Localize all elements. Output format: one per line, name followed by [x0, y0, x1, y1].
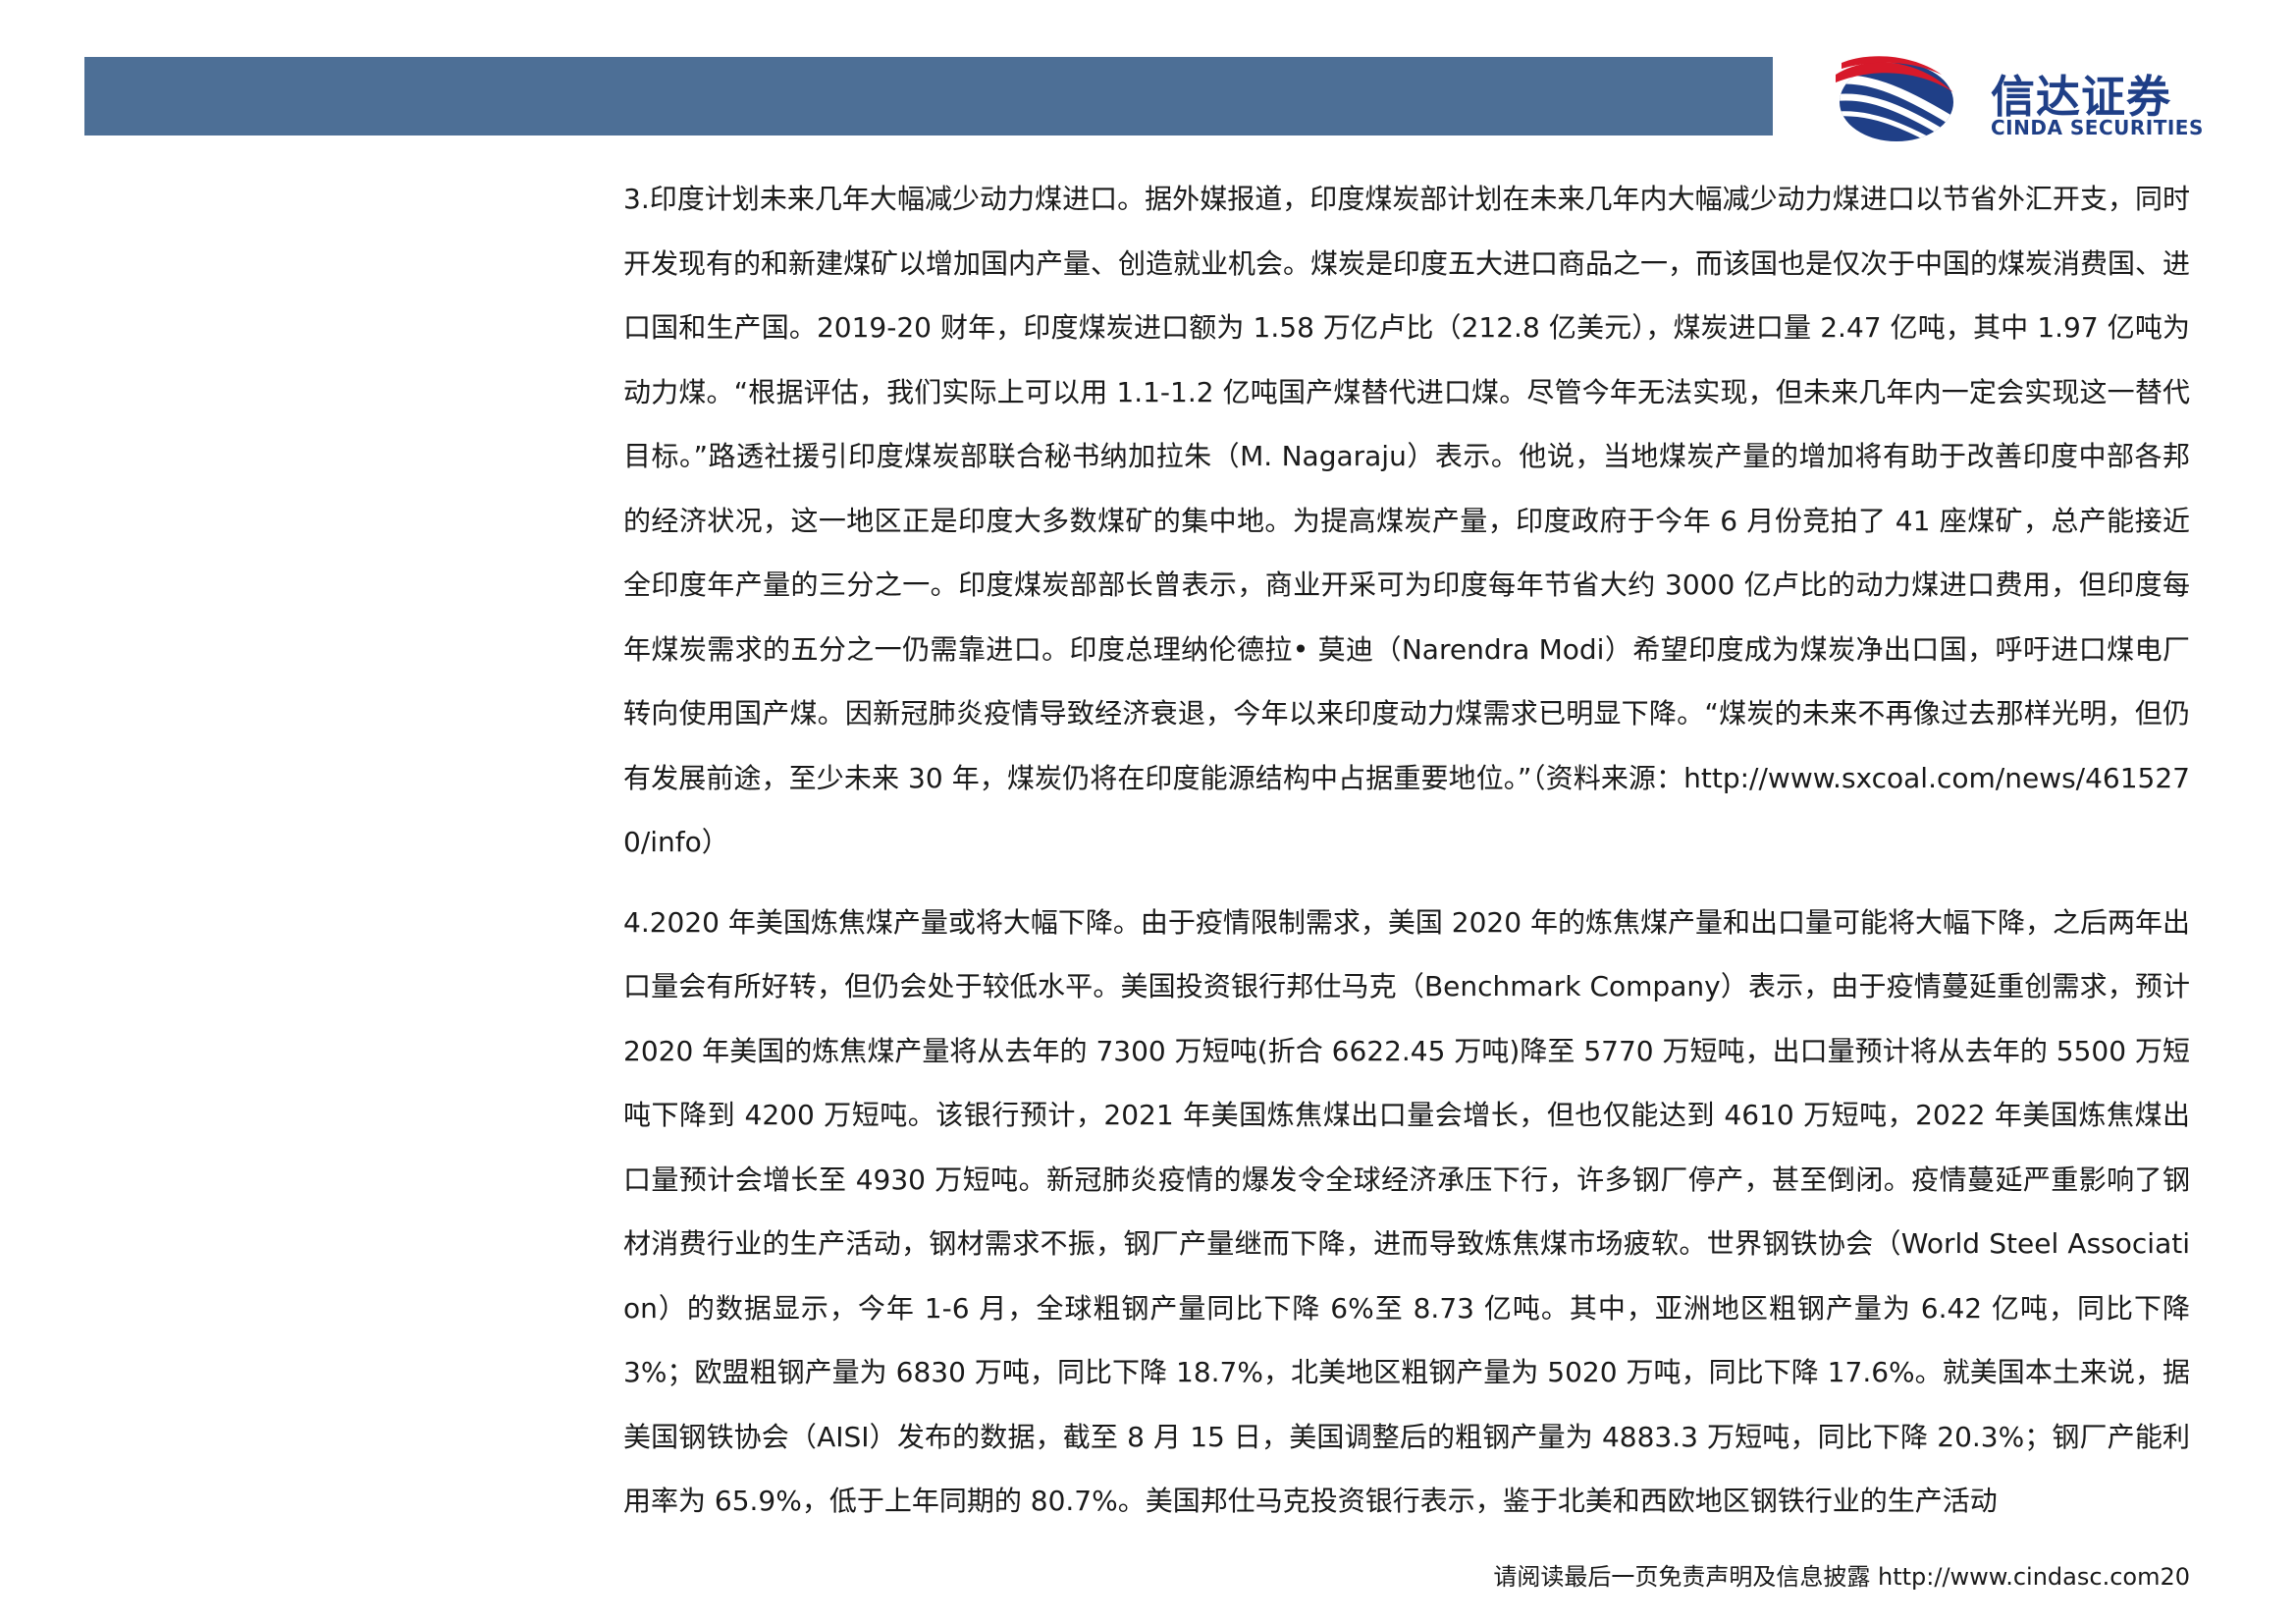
logo-english-name: CINDA SECURITIES	[1991, 116, 2204, 139]
header-bar	[84, 57, 1773, 135]
cinda-swoosh-logo-icon	[1836, 56, 1953, 141]
cinda-logo: 信达证券 CINDA SECURITIES	[1832, 53, 2224, 147]
page-number: 20	[2160, 1563, 2190, 1591]
footer-disclaimer: 请阅读最后一页免责声明及信息披露	[1493, 1563, 1871, 1591]
paragraph-india-coal-imports: 3.印度计划未来几年大幅减少动力煤进口。据外媒报道，印度煤炭部计划在未来几年内大…	[623, 183, 2191, 858]
report-body: 3.印度计划未来几年大幅减少动力煤进口。据外媒报道，印度煤炭部计划在未来几年内大…	[623, 167, 2190, 1534]
footer-website-link[interactable]: http://www.cindasc.com	[1878, 1563, 2160, 1591]
page-footer: 请阅读最后一页免责声明及信息披露 http://www.cindasc.com2…	[1493, 1557, 2190, 1592]
paragraph-us-coking-coal: 4.2020 年美国炼焦煤产量或将大幅下降。由于疫情限制需求，美国 2020 年…	[623, 905, 2190, 1518]
